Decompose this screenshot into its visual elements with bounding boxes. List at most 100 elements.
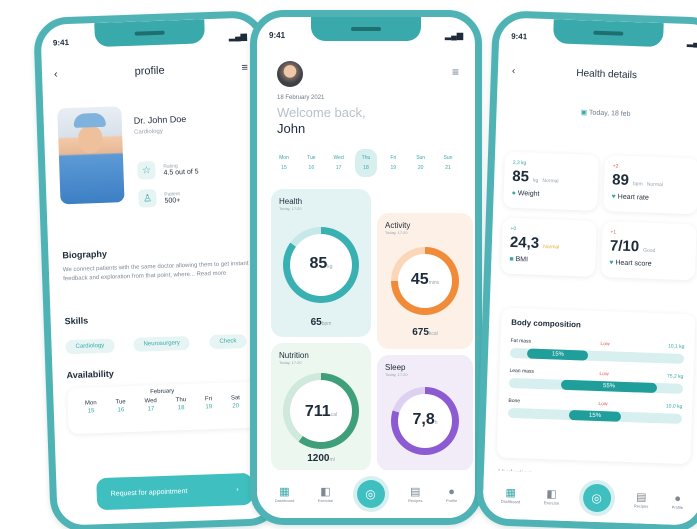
skills-title: Skills [64,315,89,327]
profile-header: ‹ profile ≡ [54,62,248,81]
add-button[interactable]: ◎ [356,480,385,508]
nav-recipes[interactable]: ▤ Recipes [408,485,422,503]
day-slot[interactable]: Wed 17 [144,397,157,413]
heart-rate-card[interactable]: +2 89 bpm Normal ♥ Heart rate [603,155,697,215]
nav-exercise[interactable]: ◧ Exercise [318,485,333,503]
week-day[interactable]: Sun 20 [410,149,432,177]
week-day[interactable]: Sun 21 [437,149,459,177]
weight-card[interactable]: 2,3 kg 85 kg Normal ● Weight [503,151,600,211]
bottom-nav: ▦ Dashboard ◧ Exercise ◎ ▤ Recipes ● Profile [257,470,475,518]
status-time: 9:41 [269,31,286,40]
phone-profile: 9:41 ▂▄▆ ‹ profile ≡ Dr. John Doe Cardiol… [33,10,283,529]
chevron-right-icon: › [236,485,239,493]
week-selector: Mon 15 Tue 16 Wed 17 Thu 18 Fri 19 Sun 20 Sun 2… [263,149,469,177]
status-bar: 9:41 ▂▄▆ [269,31,463,40]
star-icon: ☆ [137,161,156,180]
availability-title: Availability [66,368,114,381]
nav-dashboard[interactable]: ▦ Dashboard [275,485,295,503]
doctor-name: Dr. John Doe [133,113,187,126]
skill-chip[interactable]: Check [209,333,247,350]
nav-exercise[interactable]: ◧ Exercise [544,487,560,505]
welcome-text: Welcome back, [277,105,366,120]
day-slot[interactable]: Fri 19 [205,395,213,411]
menu-icon[interactable]: ≡ [241,62,248,74]
date-picker[interactable]: ▣ Today, 18 feb [496,105,697,121]
nutrition-value: 711 [304,403,331,420]
page-title: profile [134,64,165,78]
status-time: 9:41 [52,37,70,48]
day-slot[interactable]: Mon 15 [85,399,97,415]
phone-dashboard: 9:41 ▂▄▆ ≡ 18 February 2021 Welcome back,… [250,10,482,525]
composition-row: Bone Low 10,0 kg 15% [507,398,682,424]
plus-icon: ◎ [591,490,603,506]
current-date: 18 February 2021 [277,95,325,101]
skill-chip[interactable]: Neurosurgery [133,335,191,352]
status-bar: 9:41 ▂▄▆ [511,32,697,48]
week-day[interactable]: Wed 17 [328,149,350,177]
composition-bar: 15% [507,407,683,424]
user-name: John [277,121,306,136]
details-header: ‹ Health details ≡ [512,66,697,84]
signal-icon: ▂▄▆ [686,37,697,48]
composition-title: Body composition [511,317,582,330]
nav-profile[interactable]: ● Profile [672,492,684,509]
week-day[interactable]: Tue 16 [300,149,322,177]
recipe-icon: ▤ [635,491,647,504]
heart-score-card[interactable]: +1 7/10 Good ♥ Heart score [600,221,697,281]
nav-recipes[interactable]: ▤ Recipes [634,490,649,508]
rating-stat: ☆ Rating 4.5 out of 5 [137,160,199,180]
exercise-icon: ◧ [320,486,331,498]
back-icon[interactable]: ‹ [512,66,516,77]
status-bar: 9:41 ▂▄▆ [53,32,247,48]
activity-value: 45 [410,271,429,288]
patient-stat: ♙ Patient 500+ [138,188,180,208]
biography-text: We connect patients with the same doctor… [62,260,249,283]
avatar[interactable] [277,61,303,87]
phone-health-details: 9:41 ▂▄▆ ‹ Health details ≡ ▣ Today, 18 f… [475,10,697,529]
back-icon[interactable]: ‹ [54,68,58,80]
water-value: 1200 [307,453,330,464]
body-composition-card: Body composition Fat mass Low 10,1 kg 15% … [496,307,696,465]
sleep-value: 7,8 [412,411,435,428]
health-value: 85 [309,255,328,272]
page-title: Health details [576,68,638,82]
nav-dashboard[interactable]: ▦ Dashboard [501,486,521,505]
health-card[interactable]: Health Today, 17:20 85kg 65bpm [271,189,371,337]
status-time: 9:41 [510,31,528,42]
day-slot[interactable]: Sat 20 [231,394,241,410]
week-day-selected[interactable]: Thu 18 [354,149,377,177]
app-showcase: 9:41 ▂▄▆ ‹ profile ≡ Dr. John Doe Cardiol… [0,0,697,529]
day-slot[interactable]: Thu 18 [176,396,187,412]
composition-bar: 55% [508,377,684,394]
add-button[interactable]: ◎ [582,483,612,513]
menu-icon[interactable]: ≡ [452,65,459,79]
bottom-nav: ▦ Dashboard ◧ Exercise ◎ ▤ Recipes ● Profile [482,470,697,526]
grid-icon: ▦ [279,486,290,498]
profile-icon: ● [674,492,682,505]
nav-profile[interactable]: ● Profile [446,486,457,503]
heart-rate-value: 65 [310,317,322,328]
signal-icon: ▂▄▆ [228,31,248,42]
activity-card[interactable]: Activity Today, 17:20 45mins 675kcal [377,213,473,349]
profile-icon: ● [448,485,455,498]
nutrition-card[interactable]: Nutrition Today, 17:20 711cal 1200ml [271,343,371,471]
doctor-specialty: Cardiology [134,128,163,136]
signal-icon: ▂▄▆ [445,31,463,40]
biography-title: Biography [62,248,108,261]
recipe-icon: ▤ [410,486,421,498]
doctor-photo [57,106,125,205]
week-day[interactable]: Mon 15 [273,149,295,177]
sleep-card[interactable]: Sleep Today, 17:20 7,8h [377,355,473,471]
request-appointment-button[interactable]: Request for appointment › [96,472,254,511]
calories-value: 675 [412,327,429,338]
composition-bar: 15% [509,347,685,364]
people-icon: ♙ [138,189,157,208]
grid-icon: ▦ [505,486,517,500]
bmi-card[interactable]: +0 24,3 Normal ■ BMI [500,217,597,277]
day-slot[interactable]: Tue 16 [115,398,126,414]
skill-chip[interactable]: Cardiology [65,338,115,355]
plus-icon: ◎ [365,487,376,501]
exercise-icon: ◧ [546,488,558,501]
week-day[interactable]: Fri 19 [382,149,404,177]
composition-row: Lean mass Low 75,2 kg 55% [508,368,683,394]
